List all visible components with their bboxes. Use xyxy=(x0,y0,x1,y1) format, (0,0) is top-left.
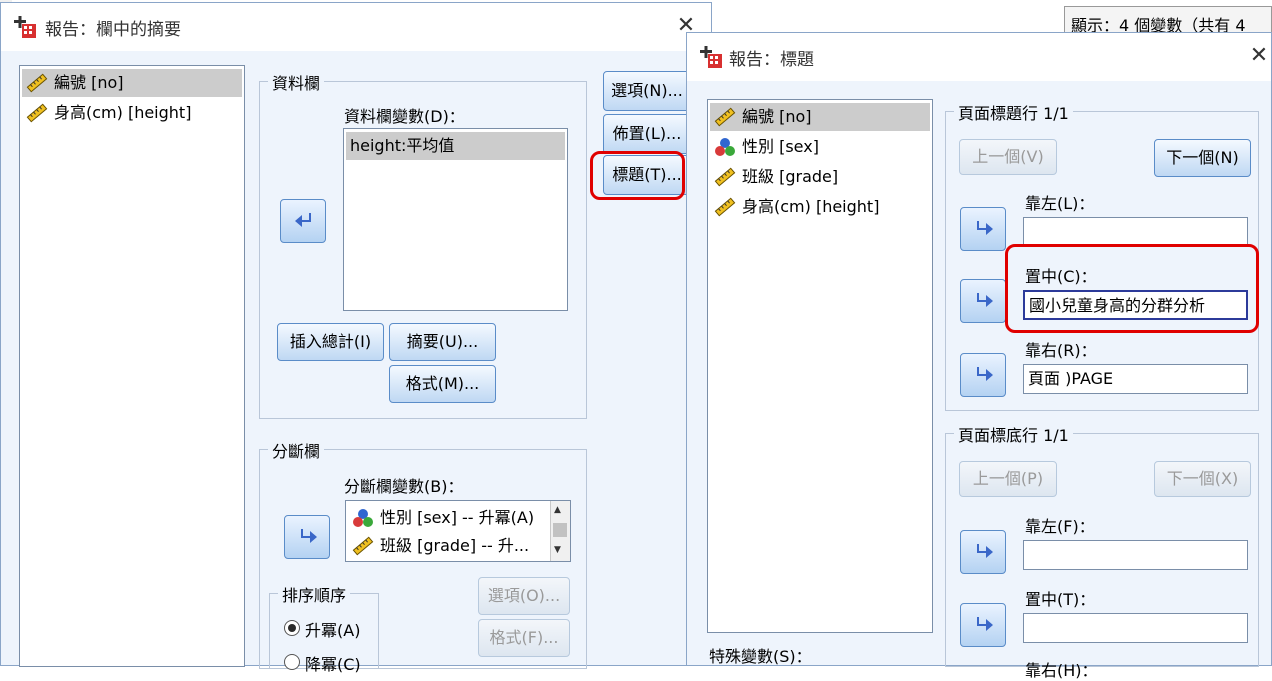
move-right-button[interactable] xyxy=(284,515,330,559)
ascending-radio[interactable] xyxy=(284,620,300,636)
variable-label: 身高(cm) [height] xyxy=(54,103,192,122)
header-left-label: 靠左(L)： xyxy=(1025,194,1095,213)
ruler-icon xyxy=(714,197,736,217)
header-right-label: 靠右(R)： xyxy=(1025,341,1097,360)
arrow-right-icon xyxy=(977,544,993,558)
break-list-scrollbar[interactable]: ▲ ▼ xyxy=(550,501,570,561)
variable-label: 性別 [sex] -- 升冪(A) xyxy=(380,508,535,527)
break-vars-label: 分斷欄變數(B)： xyxy=(344,477,464,496)
variable-label: 性別 [sex] xyxy=(742,137,819,156)
dialog-titlebar: 報告：欄中的摘要 ✕ xyxy=(1,3,711,51)
list-item[interactable]: 身高(cm) [height] xyxy=(22,99,242,127)
footer-left-field[interactable] xyxy=(1023,540,1248,570)
spss-report-icon xyxy=(700,46,722,68)
summaries-in-columns-dialog: 報告：欄中的摘要 ✕ 編號 [no] 身高(cm) [height] 資料欄 資… xyxy=(0,2,712,674)
ruler-icon xyxy=(352,536,374,556)
data-columns-vars-label: 資料欄變數(D)： xyxy=(344,107,465,126)
arrow-left-icon xyxy=(295,213,311,227)
list-item[interactable]: height:平均值 xyxy=(346,132,565,160)
format-button[interactable]: 格式(M)... xyxy=(389,365,496,403)
footer-right-label: 靠右(H)： xyxy=(1025,661,1098,680)
nominal-icon xyxy=(353,509,373,527)
group-label: 分斷欄 xyxy=(268,438,325,462)
footer-next-button[interactable]: 下一個(X) xyxy=(1154,461,1251,497)
variable-label: height:平均值 xyxy=(350,136,455,155)
layout-button[interactable]: 佈置(L)... xyxy=(603,114,691,154)
variable-label: 班級 [grade] -- 升... xyxy=(380,536,530,555)
header-left-move-button[interactable] xyxy=(960,207,1006,251)
list-item[interactable]: 班級 [grade] -- 升... xyxy=(348,532,548,560)
descending-radio[interactable] xyxy=(284,654,300,670)
footer-center-label: 置中(T)： xyxy=(1025,590,1096,609)
arrow-right-icon xyxy=(977,293,993,307)
ruler-icon xyxy=(714,167,736,187)
arrow-right-icon xyxy=(977,221,993,235)
close-icon[interactable]: ✕ xyxy=(1248,45,1270,67)
footer-center-field[interactable] xyxy=(1023,613,1248,643)
group-label: 排序順序 xyxy=(278,582,351,606)
variable-label: 班級 [grade] xyxy=(742,167,839,186)
list-item[interactable]: 身高(cm) [height] xyxy=(710,193,930,221)
header-center-move-button[interactable] xyxy=(960,279,1006,323)
titles-button-highlight xyxy=(590,151,685,200)
header-previous-button[interactable]: 上一個(V) xyxy=(959,139,1057,175)
summary-button[interactable]: 摘要(U)... xyxy=(389,323,496,361)
variable-label: 身高(cm) [height] xyxy=(742,197,880,216)
break-options-button[interactable]: 選項(O)... xyxy=(478,577,570,615)
header-next-button[interactable]: 下一個(N) xyxy=(1154,139,1251,177)
arrow-right-icon xyxy=(977,617,993,631)
descending-label: 降冪(C) xyxy=(305,655,361,674)
variable-label: 編號 [no] xyxy=(742,107,812,126)
ruler-icon xyxy=(26,73,48,93)
insert-total-button[interactable]: 插入總計(I) xyxy=(277,323,384,361)
group-label: 頁面標題行 1/1 xyxy=(954,100,1073,124)
list-item[interactable]: 編號 [no] xyxy=(710,103,930,131)
arrow-right-icon xyxy=(301,529,317,543)
titles-variable-list[interactable]: 編號 [no] 性別 [sex] 班級 [grade] 身高(cm) [heig… xyxy=(707,99,933,633)
header-right-move-button[interactable] xyxy=(960,353,1006,397)
data-columns-variable-list[interactable]: height:平均值 xyxy=(343,128,568,311)
special-variables-label: 特殊變數(S)： xyxy=(709,647,812,666)
list-item[interactable]: 性別 [sex] -- 升冪(A) xyxy=(348,504,548,532)
footer-previous-button[interactable]: 上一個(P) xyxy=(959,461,1057,497)
nominal-icon xyxy=(715,138,735,156)
footer-center-move-button[interactable] xyxy=(960,603,1006,647)
footer-left-label: 靠左(F)： xyxy=(1025,517,1095,536)
group-label: 頁面標底行 1/1 xyxy=(954,422,1073,446)
ascending-label: 升冪(A) xyxy=(305,621,361,640)
spss-report-icon xyxy=(14,16,36,38)
arrow-right-icon xyxy=(977,367,993,381)
group-label: 資料欄 xyxy=(268,70,325,94)
ruler-icon xyxy=(714,107,736,127)
footer-left-move-button[interactable] xyxy=(960,530,1006,574)
header-left-field[interactable] xyxy=(1023,217,1248,247)
source-variable-list[interactable]: 編號 [no] 身高(cm) [height] xyxy=(19,65,245,667)
variable-label: 編號 [no] xyxy=(54,73,124,92)
header-right-field[interactable]: 頁面 )PAGE xyxy=(1023,364,1248,394)
ruler-icon xyxy=(26,103,48,123)
list-item[interactable]: 性別 [sex] xyxy=(710,133,930,161)
dialog-title: 報告：欄中的摘要 xyxy=(45,20,181,40)
options-button[interactable]: 選項(N)... xyxy=(603,71,691,111)
dialog-titlebar: 報告：標題 ✕ xyxy=(687,33,1271,81)
move-left-button[interactable] xyxy=(280,199,326,243)
center-field-highlight xyxy=(1005,244,1259,333)
list-item[interactable]: 編號 [no] xyxy=(22,69,242,97)
break-format-button[interactable]: 格式(F)... xyxy=(478,619,570,657)
list-item[interactable]: 班級 [grade] xyxy=(710,163,930,191)
report-titles-dialog: 報告：標題 ✕ 編號 [no] 性別 [sex] 班級 [grade] 身高(c… xyxy=(686,32,1272,680)
break-variable-list[interactable]: 性別 [sex] -- 升冪(A) 班級 [grade] -- 升... ▲ ▼ xyxy=(345,500,571,562)
dialog-title: 報告：標題 xyxy=(729,50,814,70)
